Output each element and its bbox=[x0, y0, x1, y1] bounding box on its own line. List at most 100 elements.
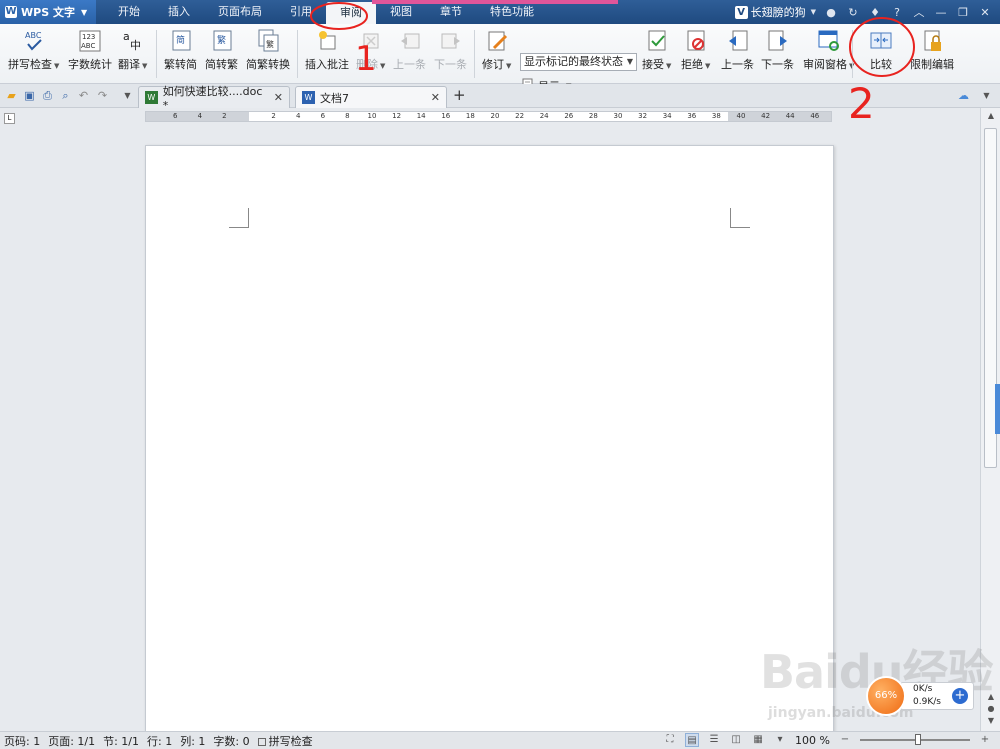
next-comment-button[interactable]: 下一条 bbox=[434, 28, 467, 72]
markup-state-value: 显示标记的最终状态 bbox=[524, 55, 623, 68]
review-pane-label: 审阅窗格 bbox=[803, 58, 847, 71]
word-count-button[interactable]: 123 ABC 字数统计 bbox=[68, 28, 112, 72]
minimize-icon[interactable]: — bbox=[934, 5, 948, 19]
spell-check-icon: ABC bbox=[22, 28, 46, 54]
ruler-tick-label: 40 bbox=[736, 112, 746, 120]
review-pane-button[interactable]: 审阅窗格▼ bbox=[803, 28, 854, 72]
ruler-tick-label: 12 bbox=[392, 112, 402, 120]
lock-icon bbox=[920, 28, 944, 54]
document-icon: W bbox=[302, 91, 315, 104]
reject-button[interactable]: 拒绝 ▼ bbox=[681, 28, 710, 72]
select-browse-icon[interactable]: ● bbox=[985, 703, 997, 715]
zoom-in-icon[interactable]: + bbox=[978, 733, 992, 747]
restrict-editing-button[interactable]: 限制编辑 bbox=[910, 28, 954, 72]
restore-icon[interactable]: ❐ bbox=[956, 5, 970, 19]
customize-toolbar-icon[interactable]: ▼ bbox=[120, 88, 135, 103]
side-panel-tab[interactable] bbox=[995, 384, 1000, 434]
ruler-tick-label: 22 bbox=[515, 112, 525, 120]
tab-review[interactable]: 审阅 bbox=[326, 2, 376, 24]
markup-state-select[interactable]: 显示标记的最终状态 ▼ bbox=[520, 53, 637, 71]
scroll-up-icon[interactable]: ▲ bbox=[985, 110, 997, 122]
zoom-out-icon[interactable]: − bbox=[838, 733, 852, 747]
plus-icon[interactable]: + bbox=[952, 688, 968, 704]
compare-button[interactable]: 比较 bbox=[869, 28, 893, 72]
next-comment-label: 下一条 bbox=[434, 58, 467, 71]
next-page-icon[interactable]: ▼ bbox=[985, 715, 997, 727]
document-page[interactable] bbox=[145, 145, 834, 745]
print-preview-icon[interactable]: ⌕ bbox=[58, 88, 73, 103]
web-view-icon[interactable]: ◫ bbox=[729, 733, 743, 747]
svg-text:繁: 繁 bbox=[266, 39, 274, 49]
close-tab-icon[interactable]: ✕ bbox=[431, 91, 440, 104]
track-changes-label: 修订 bbox=[482, 58, 504, 71]
accept-button[interactable]: 接受 ▼ bbox=[642, 28, 671, 72]
undo-icon[interactable]: ↶ bbox=[76, 88, 91, 103]
tab-home[interactable]: 开始 bbox=[104, 0, 154, 24]
net-speed-widget[interactable]: 0K/s 0.9K/s 66% + bbox=[866, 676, 976, 716]
ruler-tick-label: 30 bbox=[613, 112, 623, 120]
horizontal-ruler[interactable]: 6 4 2 2 4 6 8 10 12 14 16 18 20 22 24 26 28 30 32 34 36 38 40 4… bbox=[145, 111, 832, 122]
print-icon[interactable]: ⎙ bbox=[40, 88, 55, 103]
tab-references[interactable]: 引用 bbox=[276, 0, 326, 24]
trad-to-simp-label: 繁转简 bbox=[164, 58, 197, 71]
ruler-tick-label: 24 bbox=[539, 112, 549, 120]
app-menu-button[interactable]: W WPS 文字 ▼ bbox=[0, 0, 96, 24]
chevron-down-icon: ▼ bbox=[705, 62, 711, 70]
redo-icon[interactable]: ↷ bbox=[95, 88, 110, 103]
status-word-count[interactable]: 字数: 0 bbox=[209, 733, 253, 749]
view-options-icon[interactable]: ▾ bbox=[773, 733, 787, 747]
refresh-icon[interactable]: ↻ bbox=[846, 5, 860, 19]
status-bar: 页码: 1 页面: 1/1 节: 1/1 行: 1 列: 1 字数: 0 拼写检… bbox=[0, 731, 1000, 749]
open-folder-icon[interactable]: ▰ bbox=[4, 88, 19, 103]
trad-to-simp-button[interactable]: 简 繁转简 bbox=[164, 28, 197, 72]
zoom-slider-knob[interactable] bbox=[915, 734, 921, 745]
tab-insert[interactable]: 插入 bbox=[154, 0, 204, 24]
ruler-tick-label: 2 bbox=[271, 112, 276, 120]
simp-trad-convert-button[interactable]: 繁 简繁转换 bbox=[246, 28, 290, 72]
zoom-level[interactable]: 100 % bbox=[795, 734, 830, 747]
insert-comment-button[interactable]: 插入批注 bbox=[305, 28, 349, 72]
prev-change-button[interactable]: 上一条 bbox=[721, 28, 754, 72]
delete-comment-icon bbox=[359, 28, 383, 54]
collapse-ribbon-icon[interactable]: ︿ bbox=[912, 5, 926, 19]
document-tab[interactable]: W 如何快速比较....doc * ✕ bbox=[138, 85, 290, 112]
cloud-icon[interactable]: ☁ bbox=[956, 88, 971, 103]
delete-comment-button[interactable]: 删除 ▼ bbox=[356, 28, 385, 72]
save-icon[interactable]: ▣ bbox=[22, 88, 37, 103]
outline-view-icon[interactable]: ☰ bbox=[707, 733, 721, 747]
spell-check-button[interactable]: ABC 拼写检查 ▼ bbox=[8, 28, 59, 72]
track-changes-icon bbox=[485, 28, 509, 54]
tab-menu-icon[interactable]: ▼ bbox=[979, 88, 994, 103]
status-spell-check[interactable]: 拼写检查 bbox=[254, 733, 317, 749]
next-change-label: 下一条 bbox=[761, 58, 794, 71]
tab-page-layout[interactable]: 页面布局 bbox=[204, 0, 276, 24]
translate-button[interactable]: a中 翻译 ▼ bbox=[118, 28, 147, 72]
simp-trad-convert-label: 简繁转换 bbox=[246, 58, 290, 71]
tab-stop-selector[interactable]: L bbox=[4, 113, 15, 124]
ribbon-divider bbox=[297, 30, 298, 78]
next-change-button[interactable]: 下一条 bbox=[761, 28, 794, 72]
simp-to-trad-button[interactable]: 繁 简转繁 bbox=[205, 28, 238, 72]
user-name: 长翅膀的狗 bbox=[750, 6, 806, 19]
help-icon[interactable]: ? bbox=[890, 5, 904, 19]
spell-check-checkbox[interactable] bbox=[257, 737, 266, 746]
zoom-slider[interactable] bbox=[860, 734, 970, 745]
prev-comment-button[interactable]: 上一条 bbox=[393, 28, 426, 72]
ruler-tick-label: 2 bbox=[222, 112, 227, 120]
track-changes-button[interactable]: 修订 ▼ bbox=[482, 28, 511, 72]
page-view-icon[interactable]: ▤ bbox=[685, 733, 700, 747]
skin-icon[interactable]: ♦ bbox=[868, 5, 882, 19]
new-tab-button[interactable]: + bbox=[453, 86, 466, 104]
document-tab-active[interactable]: W 文档7 ✕ bbox=[295, 86, 447, 108]
ruler-tick-label: 6 bbox=[172, 112, 178, 120]
reading-view-icon[interactable]: ▦ bbox=[751, 733, 765, 747]
user-account[interactable]: V 长翅膀的狗 ▼ bbox=[734, 4, 816, 20]
close-icon[interactable]: ✕ bbox=[978, 5, 992, 19]
chevron-down-icon: ▼ bbox=[142, 62, 148, 70]
ruler-tick-label: 46 bbox=[810, 112, 820, 120]
ruler-tick-label: 4 bbox=[295, 112, 301, 120]
prev-comment-label: 上一条 bbox=[393, 58, 426, 71]
cloud-sync-icon[interactable]: ● bbox=[824, 5, 838, 19]
close-tab-icon[interactable]: ✕ bbox=[274, 91, 283, 104]
full-screen-icon[interactable]: ⛶ bbox=[663, 733, 677, 747]
